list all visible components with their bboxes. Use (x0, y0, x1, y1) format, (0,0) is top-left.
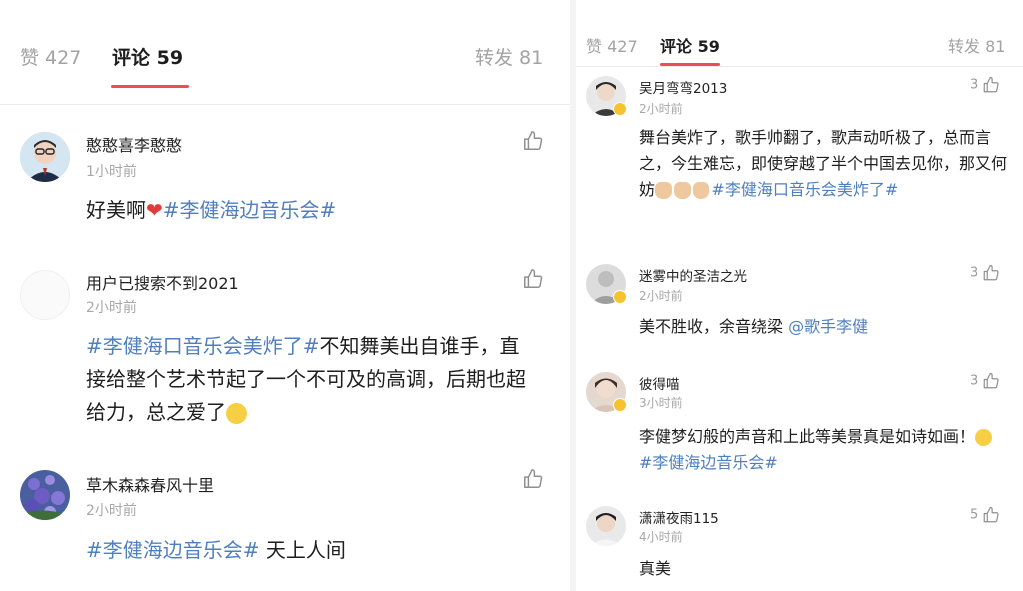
tab-comments[interactable]: 评论 59 (660, 33, 720, 57)
username[interactable]: 吴月弯弯2013 (639, 77, 727, 97)
tab-likes[interactable]: 赞 427 (586, 33, 638, 57)
comment-text: 舞台美炸了，歌手帅翻了，歌声动听极了，总而言之，今生难忘，即使穿越了半个中国去见… (639, 125, 1007, 203)
comment-text: 美不胜收，余音绕梁 @歌手李健 (639, 314, 1007, 340)
comment-item: 草木森森春风十里 2小时前 #李健海边音乐会# 天上人间 (0, 466, 570, 586)
thumbs-up-outline-icon (984, 372, 1000, 389)
timestamp: 2小时前 (639, 102, 683, 116)
thumbs-up-outline-icon (524, 269, 543, 288)
thumbs-up-outline-icon (524, 469, 543, 488)
verified-badge-icon (613, 398, 627, 412)
timestamp: 1小时前 (86, 164, 137, 180)
like-button[interactable]: 3 (970, 76, 1000, 94)
thumbs-up-outline-icon (984, 506, 1000, 523)
tab-reposts[interactable]: 转发 81 (948, 33, 1005, 57)
tab-divider (576, 66, 1023, 67)
avatar[interactable] (586, 506, 626, 546)
verified-badge-icon (613, 102, 627, 116)
mention-link[interactable]: @歌手李健 (788, 317, 868, 336)
username[interactable]: 潇潇夜雨115 (639, 507, 719, 527)
hashtag-link[interactable]: #李健海边音乐会# (163, 198, 337, 222)
like-button[interactable]: 5 (970, 506, 1000, 524)
like-button[interactable] (522, 268, 544, 290)
comment-item: 彼得喵 3小时前 3 李健梦幻般的声音和上此等美景真是如诗如画！ #李健海边音乐会… (576, 366, 1023, 490)
comment-item: 迷雾中的圣洁之光 2小时前 3 美不胜收，余音绕梁 @歌手李健 (576, 258, 1023, 358)
username[interactable]: 彼得喵 (639, 373, 680, 393)
tab-reposts[interactable]: 转发 81 (475, 43, 543, 70)
username[interactable]: 迷雾中的圣洁之光 (639, 265, 747, 285)
hashtag-link[interactable]: #李健海边音乐会# (86, 538, 260, 562)
comment-text-run: 好美啊 (86, 198, 146, 222)
timestamp: 2小时前 (86, 503, 137, 519)
comment-text: 好美啊❤#李健海边音乐会# (86, 194, 556, 227)
comment-text: 真美 (639, 556, 1007, 582)
thumbs-up-outline-icon (984, 264, 1000, 281)
like-count: 5 (970, 507, 979, 523)
comment-text: #李健海边音乐会# 天上人间 (86, 534, 556, 567)
like-count: 3 (970, 77, 979, 93)
username[interactable]: 用户已搜索不到2021 (86, 270, 239, 294)
hashtag-link[interactable]: #李健海口音乐会美炸了# (86, 334, 320, 358)
heart-emoji-icon: ❤ (146, 198, 163, 222)
hashtag-link[interactable]: #李健海口音乐会美炸了# (711, 180, 898, 199)
thumbs-up-emoji-icon (692, 182, 710, 199)
hashtag-link[interactable]: #李健海边音乐会# (639, 453, 778, 472)
timestamp: 4小时前 (639, 530, 683, 544)
left-tab-bar: 赞 427 评论 59 转发 81 (0, 0, 570, 88)
tab-divider (0, 104, 570, 105)
comment-text: 李健梦幻般的声音和上此等美景真是如诗如画！ #李健海边音乐会# (639, 424, 1007, 476)
thumbs-up-outline-icon (984, 76, 1000, 93)
thumbs-up-emoji-icon (673, 182, 691, 199)
tab-likes[interactable]: 赞 427 (20, 43, 81, 70)
comment-item: 潇潇夜雨115 4小时前 5 真美 (576, 498, 1023, 591)
comment-item: 憨憨喜李憨憨 1小时前 好美啊❤#李健海边音乐会# (0, 128, 570, 258)
comment-text-run: 天上人间 (259, 538, 346, 562)
like-count: 3 (970, 373, 979, 389)
username[interactable]: 憨憨喜李憨憨 (86, 132, 182, 156)
timestamp: 3小时前 (639, 396, 683, 410)
comment-text-run: 真美 (639, 559, 672, 578)
like-button[interactable] (522, 468, 544, 490)
avatar[interactable] (20, 270, 70, 320)
thumbs-up-emoji-icon (655, 182, 672, 199)
avatar[interactable] (20, 470, 70, 520)
smile-emoji-icon (975, 429, 992, 446)
tab-comments[interactable]: 评论 59 (112, 43, 183, 70)
like-button[interactable]: 3 (970, 264, 1000, 282)
excited-face-emoji-icon (226, 403, 247, 424)
active-tab-indicator (111, 85, 189, 88)
timestamp: 2小时前 (639, 289, 683, 303)
timestamp: 2小时前 (86, 300, 137, 316)
like-button[interactable] (522, 130, 544, 152)
comment-text: #李健海口音乐会美炸了#不知舞美出自谁手，直接给整个艺术节起了一个不可及的高调，… (86, 330, 536, 429)
left-comments-panel: 赞 427 评论 59 转发 81 憨憨喜李憨憨 1小时前 好美啊❤#李健海边音… (0, 0, 570, 591)
thumbs-up-outline-icon (524, 131, 543, 150)
comment-item: 用户已搜索不到2021 2小时前 #李健海口音乐会美炸了#不知舞美出自谁手，直接… (0, 266, 570, 446)
comment-text-run: 美不胜收，余音绕梁 (639, 317, 789, 336)
comment-text-run: 李健梦幻般的声音和上此等美景真是如诗如画！ (639, 427, 976, 446)
verified-badge-icon (613, 290, 627, 304)
comment-item: 吴月弯弯2013 2小时前 3 舞台美炸了，歌手帅翻了，歌声动听极了，总而言之，… (576, 72, 1023, 250)
username[interactable]: 草木森森春风十里 (86, 472, 214, 496)
like-count: 3 (970, 265, 979, 281)
right-comments-panel: 赞 427 评论 59 转发 81 吴月弯弯2013 2小时前 3 舞台美炸了，… (576, 0, 1023, 591)
avatar[interactable] (20, 132, 70, 182)
like-button[interactable]: 3 (970, 372, 1000, 390)
